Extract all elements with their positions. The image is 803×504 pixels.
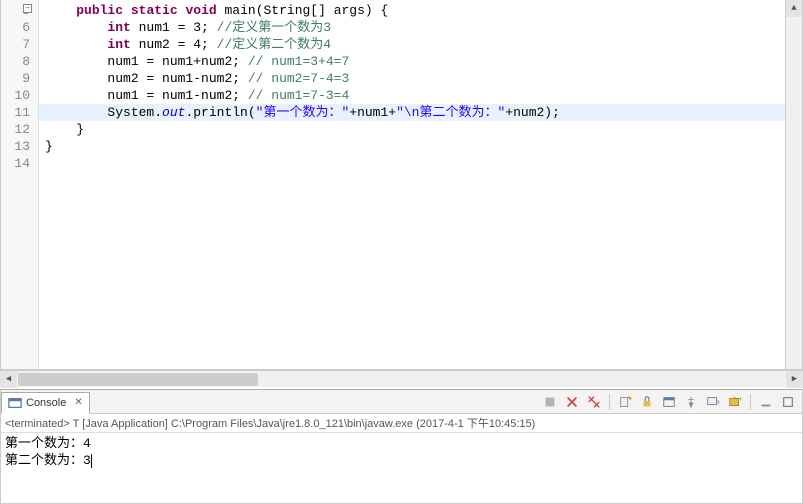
console-output[interactable]: 第一个数为：4第二个数为：3	[1, 433, 802, 503]
horizontal-scrollbar[interactable]: ◀ ▶	[0, 370, 803, 387]
clear-console-button[interactable]	[615, 392, 635, 412]
code-line[interactable]: num1 = num1+num2; // num1=3+4=7	[39, 53, 802, 70]
show-word-wrap-button[interactable]	[659, 392, 679, 412]
console-output-line: 第二个数为：3	[5, 452, 798, 469]
scrollbar-thumb[interactable]	[18, 373, 258, 386]
process-status-line: <terminated> T [Java Application] C:\Pro…	[1, 414, 802, 433]
code-lines[interactable]: public static void main(String[] args) {…	[39, 0, 802, 369]
line-number: 10	[5, 87, 30, 104]
code-line[interactable]: int num2 = 4; //定义第二个数为4	[39, 36, 802, 53]
pin-console-button[interactable]	[681, 392, 701, 412]
code-line[interactable]	[39, 155, 802, 172]
line-number: 5−	[5, 2, 30, 19]
console-tab[interactable]: Console ✕	[1, 392, 90, 414]
console-icon	[8, 396, 22, 410]
minimize-view-button[interactable]	[756, 392, 776, 412]
svg-text:+: +	[739, 396, 743, 403]
console-output-line: 第一个数为：4	[5, 435, 798, 452]
scroll-up-icon[interactable]: ▲	[786, 0, 802, 17]
remove-all-button[interactable]	[584, 392, 604, 412]
vertical-scrollbar[interactable]: ▲	[785, 0, 802, 369]
maximize-view-button[interactable]	[778, 392, 798, 412]
code-line[interactable]: public static void main(String[] args) {	[39, 2, 802, 19]
scroll-lock-button[interactable]	[637, 392, 657, 412]
line-number: 7	[5, 36, 30, 53]
line-number: 9	[5, 70, 30, 87]
code-line[interactable]: }	[39, 121, 802, 138]
fold-toggle-icon[interactable]: −	[23, 4, 32, 13]
close-icon[interactable]: ✕	[74, 397, 82, 408]
scroll-right-icon[interactable]: ▶	[786, 371, 803, 388]
terminate-button[interactable]	[540, 392, 560, 412]
scroll-left-icon[interactable]: ◀	[0, 371, 17, 388]
console-tab-label: Console	[26, 397, 66, 409]
code-line[interactable]: }	[39, 138, 802, 155]
code-line[interactable]: num1 = num1-num2; // num1=7-3=4	[39, 87, 802, 104]
text-cursor	[91, 454, 92, 468]
code-editor[interactable]: 5−67891011121314 public static void main…	[0, 0, 803, 370]
line-number: 13	[5, 138, 30, 155]
toolbar-separator	[609, 394, 610, 410]
code-line[interactable]: num2 = num1-num2; // num2=7-4=3	[39, 70, 802, 87]
console-tabbar: Console ✕ +	[1, 390, 802, 414]
code-line[interactable]: int num1 = 3; //定义第一个数为3	[39, 19, 802, 36]
line-number: 12	[5, 121, 30, 138]
line-number-gutter: 5−67891011121314	[1, 0, 39, 369]
console-view: Console ✕ + <terminated> T [Java Applica…	[0, 389, 803, 504]
display-console-button[interactable]	[703, 392, 723, 412]
code-line[interactable]: System.out.println("第一个数为："+num1+"\n第二个数…	[39, 104, 802, 121]
line-number: 14	[5, 155, 30, 172]
line-number: 8	[5, 53, 30, 70]
line-number: 6	[5, 19, 30, 36]
line-number: 11	[5, 104, 30, 121]
open-console-button[interactable]: +	[725, 392, 745, 412]
console-toolbar: +	[540, 392, 802, 412]
remove-launch-button[interactable]	[562, 392, 582, 412]
toolbar-separator	[750, 394, 751, 410]
